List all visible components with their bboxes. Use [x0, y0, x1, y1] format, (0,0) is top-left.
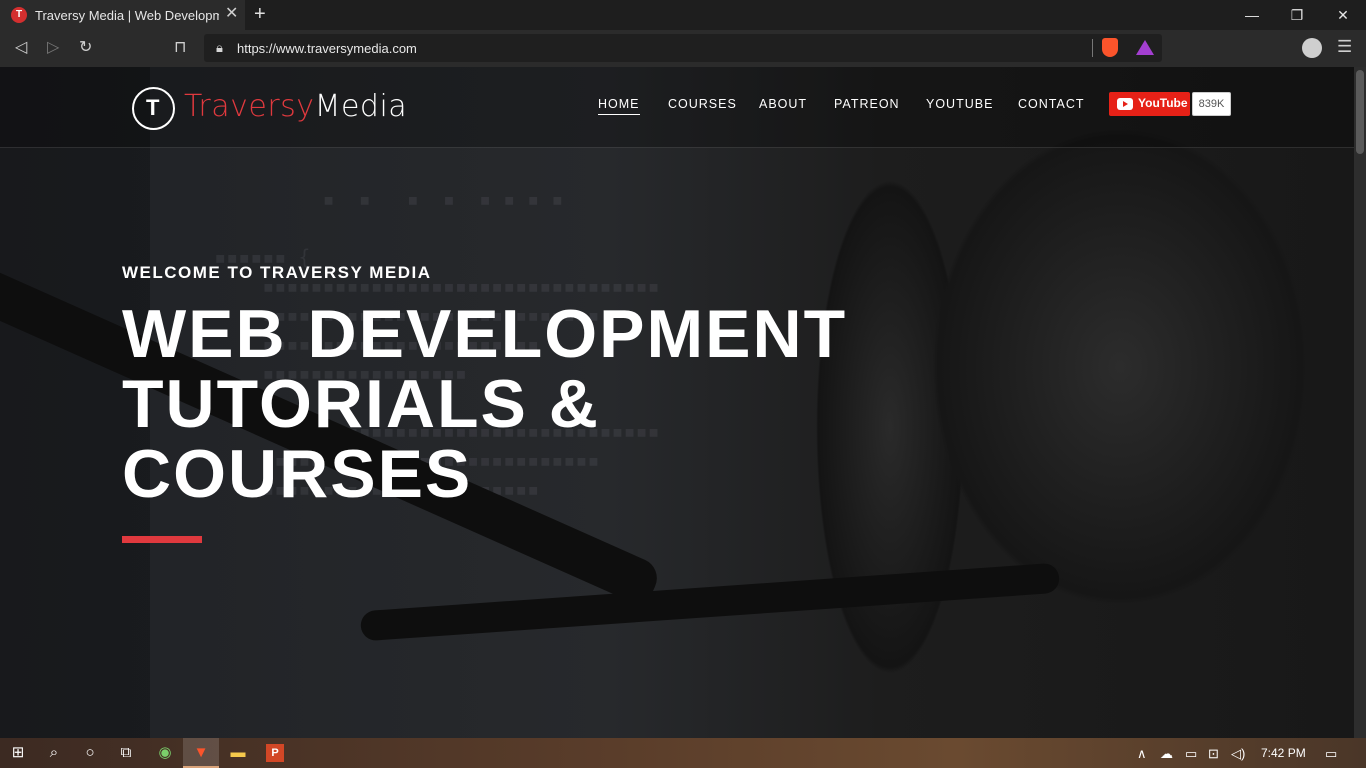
- nav-youtube[interactable]: YOUTUBE: [926, 97, 993, 111]
- search-icon[interactable]: ⌕: [45, 744, 63, 762]
- nav-contact[interactable]: CONTACT: [1018, 97, 1085, 111]
- taskbar-app-chrome[interactable]: ◉: [147, 738, 183, 768]
- reload-icon[interactable]: ↻: [79, 39, 92, 57]
- tray-chevron-icon[interactable]: ∧: [1137, 746, 1147, 762]
- hero-title: WEB DEVELOPMENT TUTORIALS & COURSES: [122, 299, 972, 509]
- youtube-subscriber-count: 839K: [1192, 92, 1231, 116]
- volume-icon[interactable]: ◁): [1231, 746, 1245, 762]
- new-tab-icon[interactable]: +: [254, 3, 266, 26]
- windows-taskbar: ⊞ ⌕ ○ ⧉ ◉ ▼ ▬ P ∧ ☁ ▭ ⊡ ◁) 7:42 PM ▭: [0, 738, 1366, 768]
- scrollbar-thumb[interactable]: [1356, 70, 1364, 154]
- restore-icon[interactable]: ❐: [1274, 0, 1320, 30]
- site-header: T TraversyMedia HOME COURSES ABOUT PATRE…: [0, 67, 1354, 148]
- tab-close-icon[interactable]: ✕: [225, 6, 238, 22]
- battery-icon[interactable]: ▭: [1185, 746, 1197, 762]
- address-separator: [1092, 39, 1093, 57]
- brave-shields-icon[interactable]: [1102, 38, 1118, 57]
- address-bar[interactable]: 🔒︎ https://www.traversymedia.com: [204, 34, 1162, 62]
- nav-about[interactable]: ABOUT: [759, 97, 807, 111]
- browser-title-bar: T Traversy Media | Web Development ✕ + —…: [0, 0, 1366, 30]
- tab-title: Traversy Media | Web Development: [35, 8, 219, 23]
- folder-icon: ▬: [230, 744, 246, 761]
- minimize-icon[interactable]: —: [1229, 0, 1275, 30]
- taskbar-app-brave[interactable]: ▼: [183, 738, 219, 768]
- lock-icon: 🔒︎: [216, 40, 223, 55]
- back-icon[interactable]: ◁: [15, 39, 27, 57]
- hero-title-line: TUTORIALS &: [122, 366, 600, 442]
- traversy-favicon-icon: T: [11, 7, 27, 23]
- windows-start-icon[interactable]: ⊞: [9, 744, 27, 762]
- page-viewport: ▪ ▪ ▪ ▪ ▪ ▪ ▪ ▪ ▪▪▪▪▪▪ { ▪▪▪▪▪▪▪▪▪▪▪▪▪▪▪…: [0, 67, 1354, 738]
- taskbar-app-explorer[interactable]: ▬: [220, 738, 256, 768]
- nav-patreon[interactable]: PATREON: [834, 97, 900, 111]
- browser-toolbar: ◁ ▷ ↻ ⊓ 🔒︎ https://www.traversymedia.com…: [0, 30, 1366, 67]
- site-logo[interactable]: TraversyMedia: [184, 89, 407, 124]
- hero-accent-line: [122, 536, 202, 543]
- browser-menu-icon[interactable]: ☰: [1337, 37, 1352, 57]
- youtube-subscribe-button[interactable]: YouTube: [1109, 92, 1190, 116]
- hero-welcome-text: WELCOME TO TRAVERSY MEDIA: [122, 263, 432, 282]
- task-view-icon[interactable]: ⧉: [117, 744, 135, 762]
- browser-tab[interactable]: T Traversy Media | Web Development ✕: [0, 0, 245, 30]
- network-icon[interactable]: ⊡: [1208, 746, 1219, 762]
- hero-title-line: WEB DEVELOPMENT: [122, 296, 848, 372]
- nav-home[interactable]: HOME: [598, 97, 640, 115]
- url-text[interactable]: https://www.traversymedia.com: [237, 41, 417, 56]
- mic-arm-shape: [359, 562, 1061, 642]
- taskbar-clock[interactable]: 7:42 PM: [1261, 746, 1306, 760]
- onedrive-icon[interactable]: ☁: [1160, 746, 1173, 762]
- traversy-logo-icon[interactable]: T: [132, 87, 175, 130]
- brave-rewards-icon[interactable]: [1136, 40, 1154, 55]
- bookmark-icon[interactable]: ⊓: [174, 39, 186, 57]
- nav-courses[interactable]: COURSES: [668, 97, 737, 111]
- taskbar-app-powerpoint[interactable]: P: [257, 738, 293, 768]
- hero-title-line: COURSES: [122, 436, 473, 512]
- youtube-play-icon: [1117, 98, 1133, 110]
- notifications-icon[interactable]: ▭: [1325, 746, 1337, 762]
- brave-app-icon: ▼: [193, 744, 209, 761]
- youtube-label: YouTube: [1138, 96, 1188, 110]
- cortana-icon[interactable]: ○: [81, 744, 99, 762]
- powerpoint-icon: P: [266, 744, 284, 762]
- browser-app-icon: ◉: [158, 744, 172, 761]
- window-close-icon[interactable]: ✕: [1320, 0, 1366, 30]
- forward-icon[interactable]: ▷: [47, 39, 59, 57]
- profile-avatar-icon[interactable]: [1302, 38, 1322, 58]
- page-scrollbar[interactable]: [1354, 67, 1366, 738]
